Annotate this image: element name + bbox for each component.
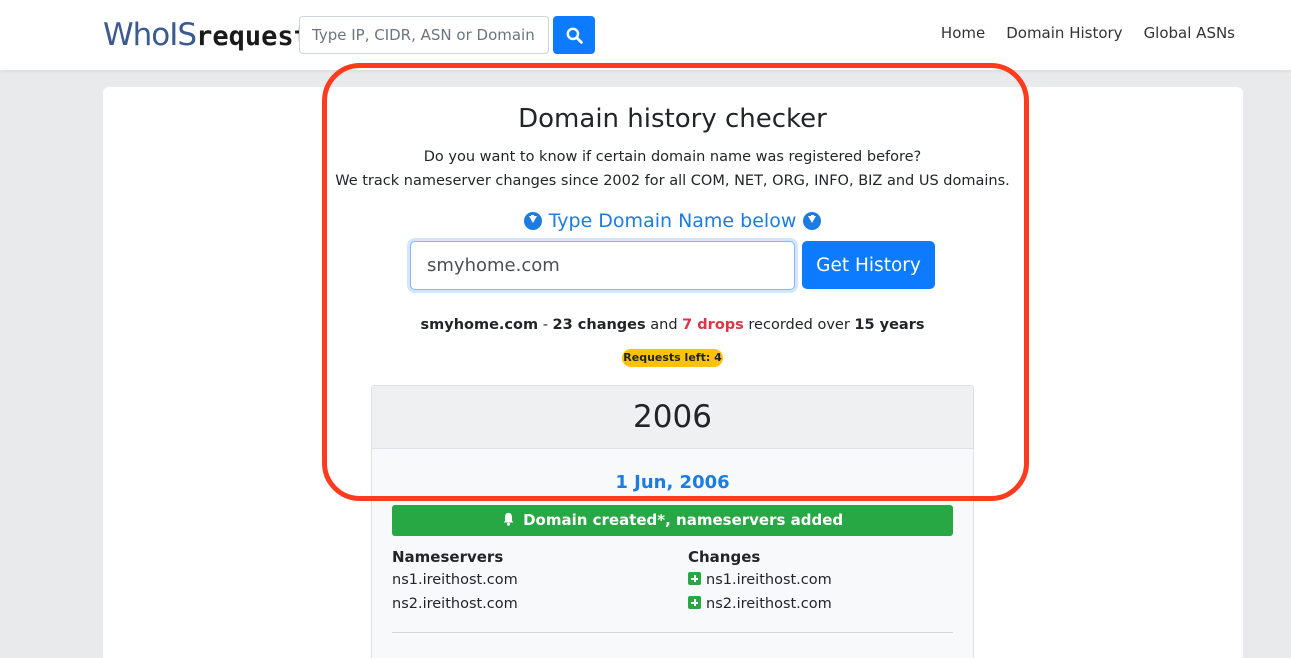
- nameserver-item: ns1.ireithost.com: [392, 572, 518, 588]
- bell-icon: [503, 512, 514, 526]
- arrow-circle-down-icon: [523, 212, 542, 230]
- search-icon: [566, 27, 583, 44]
- nav-search-button[interactable]: [553, 16, 595, 54]
- year-header: 2006: [372, 386, 973, 449]
- arrow-circle-down-icon: [803, 212, 822, 230]
- site-logo[interactable]: WhoISrequest: [103, 15, 310, 57]
- nav-links: Home Domain History Global ASNs: [941, 24, 1235, 42]
- nameservers-header: Nameservers: [392, 548, 504, 566]
- event-date: 1 Jun, 2006: [615, 472, 730, 493]
- plus-square-icon: [688, 596, 701, 609]
- change-item-text: ns1.ireithost.com: [706, 572, 832, 588]
- domain-created-text: Domain created*, nameservers added: [523, 511, 844, 529]
- domain-created-banner: Domain created*, nameservers added: [392, 505, 953, 536]
- nameserver-item: ns2.ireithost.com: [392, 596, 518, 612]
- page-title: Domain history checker: [518, 104, 827, 134]
- type-domain-hint: Type Domain Name below: [0, 210, 1291, 232]
- change-item: ns2.ireithost.com: [688, 596, 832, 612]
- logo-text-request: request: [196, 21, 310, 52]
- summary-years: 15 years: [854, 317, 925, 333]
- summary-and: and: [645, 317, 683, 333]
- history-panel: 2006 1 Jun, 2006 Domain created*, namese…: [371, 385, 974, 658]
- history-summary: smyhome.com - 23 changes and 7 drops rec…: [0, 317, 1291, 333]
- hint-text: Type Domain Name below: [548, 210, 797, 232]
- summary-separator: -: [538, 317, 553, 333]
- nav-link-domain-history[interactable]: Domain History: [1006, 24, 1122, 42]
- summary-changes: 23 changes: [552, 317, 646, 333]
- requests-left-badge: Requests left: 4: [622, 349, 723, 367]
- domain-input[interactable]: [410, 241, 795, 290]
- summary-over: recorded over: [743, 317, 855, 333]
- summary-drops: 7 drops: [682, 317, 744, 333]
- subtitle-line-1: Do you want to know if certain domain na…: [423, 149, 922, 165]
- change-item: ns1.ireithost.com: [688, 572, 832, 588]
- nav-search-input[interactable]: [299, 16, 549, 54]
- navbar: WhoISrequest Home Domain History Global …: [0, 0, 1291, 70]
- subtitle-line-2: We track nameserver changes since 2002 f…: [335, 173, 1010, 189]
- summary-domain: smyhome.com: [420, 317, 539, 333]
- logo-text-whois: WhoIS: [103, 17, 197, 53]
- nav-link-home[interactable]: Home: [941, 24, 985, 42]
- plus-square-icon: [688, 572, 701, 585]
- nav-link-global-asns[interactable]: Global ASNs: [1144, 24, 1235, 42]
- changes-header: Changes: [688, 548, 761, 566]
- divider: [392, 632, 953, 633]
- change-item-text: ns2.ireithost.com: [706, 596, 832, 612]
- get-history-button[interactable]: Get History: [802, 241, 935, 289]
